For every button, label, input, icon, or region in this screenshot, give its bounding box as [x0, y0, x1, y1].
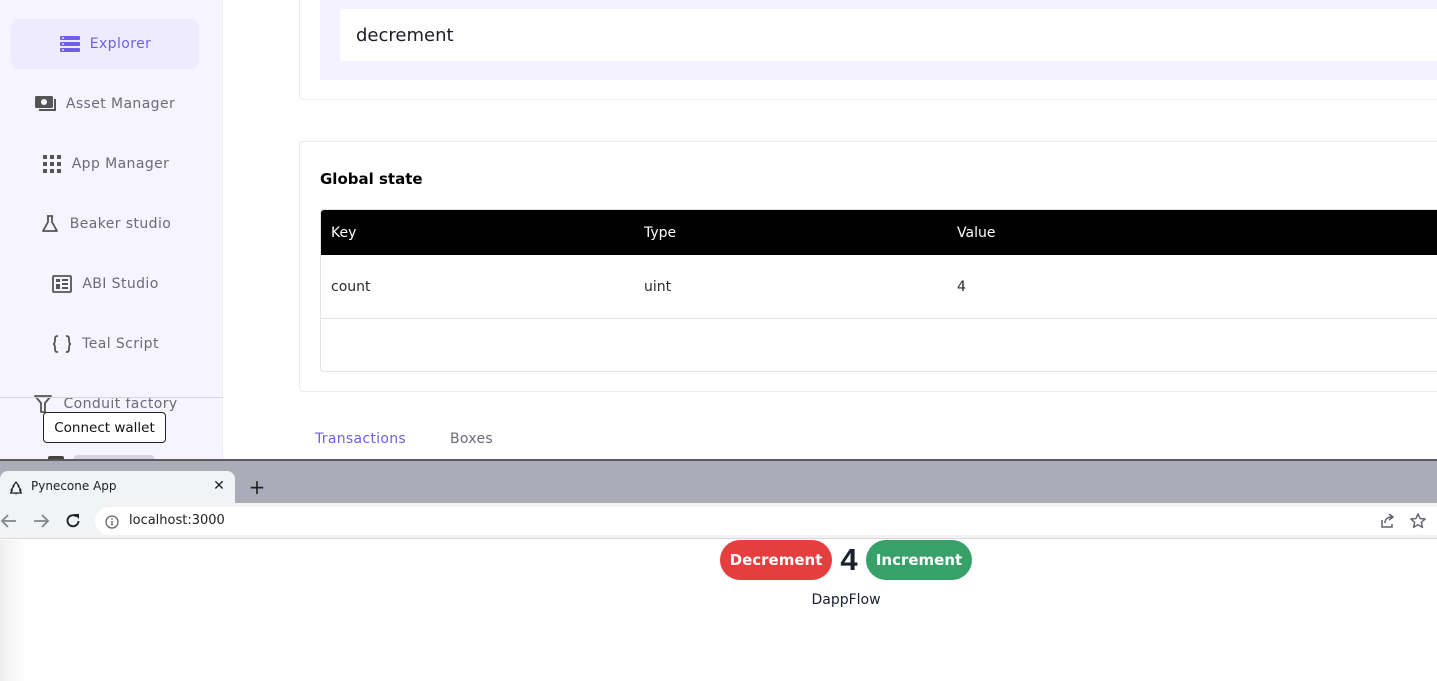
sidebar-divider — [0, 397, 223, 398]
connect-wallet-button[interactable]: Connect wallet — [43, 412, 166, 443]
bookmark-star-icon[interactable] — [1409, 512, 1427, 530]
tabs: Transactions Boxes — [299, 420, 1437, 460]
sidebar-item-label: Explorer — [89, 36, 152, 52]
method-name: decrement — [340, 9, 1437, 61]
browser-window: Pynecone App ✕ + localhost:3000 Decremen… — [0, 459, 1437, 681]
dappflow-window: Explorer Asset Manager App Manager Beake… — [0, 0, 1437, 460]
sidebar: Explorer Asset Manager App Manager Beake… — [0, 0, 223, 460]
cell-value: 4 — [957, 278, 966, 295]
new-tab-icon[interactable]: + — [247, 477, 267, 497]
page-viewport: Decrement 4 Increment DappFlow — [0, 540, 1437, 681]
column-header-value[interactable]: Value — [957, 210, 995, 255]
column-header-key[interactable]: Key — [331, 210, 356, 255]
sidebar-item-beaker-studio[interactable]: Beaker studio — [11, 199, 199, 249]
sidebar-item-label: Teal Script — [82, 336, 159, 352]
table-header: Key Type Value — [321, 210, 1437, 255]
flask-icon — [39, 213, 61, 235]
browser-toolbar: localhost:3000 — [0, 503, 1437, 539]
back-icon[interactable] — [0, 509, 21, 533]
tab-strip: Pynecone App ✕ + — [0, 461, 1437, 503]
cell-type: uint — [644, 278, 672, 295]
reload-icon[interactable] — [61, 509, 85, 533]
edge-shadow — [0, 540, 26, 681]
close-tab-icon[interactable]: ✕ — [211, 477, 227, 495]
global-state-table: Key Type Value count uint 4 1- — [320, 209, 1437, 372]
count-value: 4 — [840, 542, 858, 577]
sidebar-item-label: Beaker studio — [69, 216, 172, 232]
browser-tab[interactable]: Pynecone App ✕ — [0, 471, 235, 503]
tab-transactions[interactable]: Transactions — [315, 431, 406, 447]
sidebar-item-app-manager[interactable]: App Manager — [11, 139, 199, 189]
forward-icon[interactable] — [29, 509, 53, 533]
money-icon — [34, 93, 57, 115]
site-info-icon[interactable] — [105, 514, 119, 529]
sidebar-item-asset-manager[interactable]: Asset Manager — [11, 79, 199, 129]
column-header-type[interactable]: Type — [644, 210, 676, 255]
list-icon — [59, 33, 81, 55]
sidebar-item-abi-studio[interactable]: ABI Studio — [11, 259, 199, 309]
grid-icon — [41, 153, 63, 175]
dappflow-label: DappFlow — [811, 592, 881, 608]
abi-icon — [51, 273, 73, 295]
increment-button[interactable]: Increment — [866, 540, 972, 580]
tab-boxes[interactable]: Boxes — [450, 431, 493, 447]
table-row: count uint 4 — [321, 255, 1437, 319]
global-state-card: Global state Key Type Value count uint 4… — [299, 141, 1437, 392]
sidebar-item-explorer[interactable]: Explorer — [11, 19, 199, 69]
tab-title: Pynecone App — [31, 479, 117, 493]
url-text: localhost:3000 — [129, 513, 225, 528]
share-icon[interactable] — [1378, 513, 1396, 529]
screen: Explorer Asset Manager App Manager Beake… — [0, 0, 1437, 681]
cell-key: count — [331, 278, 371, 295]
sidebar-item-teal-script[interactable]: Teal Script — [11, 319, 199, 369]
sidebar-item-label: ABI Studio — [82, 276, 159, 292]
decrement-button[interactable]: Decrement — [720, 540, 832, 580]
global-state-title: Global state — [320, 170, 423, 188]
braces-icon — [51, 333, 73, 355]
counter: Decrement 4 Increment — [720, 540, 972, 580]
method-card: decrement — [299, 0, 1437, 100]
method-panel: decrement — [320, 0, 1437, 80]
address-bar[interactable]: localhost:3000 — [95, 507, 1437, 535]
pynecone-favicon-icon — [9, 480, 23, 495]
sidebar-item-label: Conduit factory — [63, 396, 178, 412]
sidebar-item-label: Asset Manager — [65, 96, 176, 112]
sidebar-item-label: App Manager — [71, 156, 170, 172]
